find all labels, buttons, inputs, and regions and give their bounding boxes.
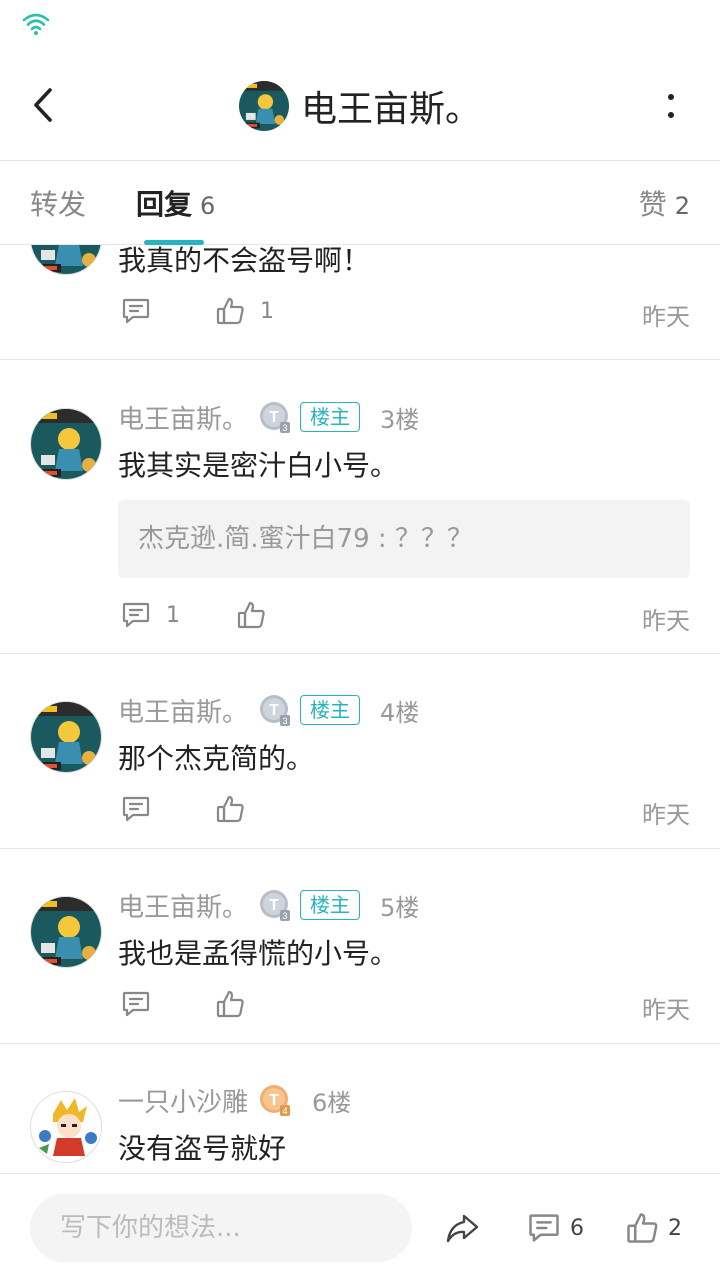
share-button[interactable] [444, 1210, 480, 1246]
bottom-bar: 写下你的想法... 6 2 [0, 1173, 720, 1280]
comment-icon [120, 988, 152, 1020]
more-vertical-icon [668, 94, 674, 118]
reply-content: 那个杰克简的。 [118, 742, 315, 775]
tab-label: 赞 [638, 188, 667, 221]
tab-label: 转发 [30, 188, 87, 221]
comment-icon [120, 295, 152, 327]
thumbs-up-icon [214, 988, 246, 1020]
reply-time: 昨天 [642, 996, 690, 1024]
wifi-icon [22, 13, 50, 35]
status-bar [0, 0, 720, 50]
active-tab-indicator [144, 240, 204, 245]
op-badge: 楼主 [300, 402, 361, 432]
username[interactable]: 一只小沙雕 [118, 1082, 248, 1119]
comment-icon [120, 599, 152, 631]
username[interactable]: 电王亩斯。 [118, 692, 248, 729]
floor-number: 3楼 [380, 405, 420, 434]
reply-time: 昨天 [642, 801, 690, 829]
reply-item: 一只小沙雕 6楼 没有盗号就好 [0, 1044, 720, 1173]
avatar[interactable] [30, 408, 102, 480]
thumbs-up-icon [624, 1210, 660, 1246]
reply-like-button[interactable] [214, 986, 260, 1022]
reply-time: 昨天 [642, 303, 690, 331]
page-title: 电王亩斯。 [300, 89, 481, 130]
reply-item: 电王亩斯。 楼主 4楼 那个杰克简的。 昨天 [0, 654, 720, 849]
gold-t-medal-icon [258, 1083, 292, 1117]
reply-content: 我也是孟得慌的小号。 [118, 937, 399, 970]
tab-repost[interactable]: 转发 [30, 183, 86, 223]
avatar[interactable] [30, 701, 102, 773]
avatar[interactable] [30, 245, 102, 275]
reply-like-button[interactable] [235, 597, 281, 633]
reply-item: 电王亩斯。 楼主 5楼 我也是孟得慌的小号。 昨天 [0, 849, 720, 1044]
reply-input[interactable]: 写下你的想法... [30, 1194, 412, 1262]
reply-content: 没有盗号就好 [118, 1132, 287, 1165]
comment-count: 6 [570, 1215, 584, 1241]
reply-meta: 电王亩斯。 楼主 5楼 [118, 887, 419, 923]
avatar-image [31, 1092, 102, 1163]
reply-meta: 一只小沙雕 6楼 [118, 1082, 351, 1118]
op-badge: 楼主 [300, 695, 361, 725]
thumbs-up-icon [214, 793, 246, 825]
op-badge: 楼主 [300, 890, 361, 920]
silver-t-medal-icon [258, 693, 292, 727]
title-group: 电王亩斯。 [0, 78, 720, 134]
reply-meta: 电王亩斯。 楼主 4楼 [118, 692, 419, 728]
tab-label: 回复 [136, 188, 193, 221]
username[interactable]: 电王亩斯。 [118, 399, 248, 436]
reply-like-button[interactable]: 1 [214, 293, 274, 329]
floor-number: 6楼 [312, 1088, 352, 1117]
reply-item: 我真的不会盗号啊！ 1 昨天 [0, 245, 720, 360]
quoted-reply[interactable]: 杰克逊.简.蜜汁白79 : ？？？ [118, 500, 690, 578]
tab-bar: 转发 回复 6 赞2 [0, 161, 720, 245]
comment-count: 1 [166, 602, 180, 628]
reply-comment-button[interactable]: 1 [120, 597, 180, 633]
share-icon [446, 1214, 479, 1243]
silver-t-medal-icon [258, 400, 292, 434]
title-avatar[interactable] [239, 81, 289, 131]
reply-list[interactable]: 我真的不会盗号啊！ 1 昨天 电王亩斯。 楼主 3楼 我其实是密汁白小号。 杰克… [0, 245, 720, 1173]
avatar-image [31, 897, 102, 968]
tab-replies[interactable]: 回复 6 [136, 183, 215, 223]
title-bar: 电王亩斯。 [0, 50, 720, 161]
tab-likes[interactable]: 赞2 [639, 183, 690, 223]
comment-icon [526, 1210, 562, 1246]
floor-number: 5楼 [380, 893, 420, 922]
reply-content: 我其实是密汁白小号。 [118, 449, 399, 482]
comment-icon [120, 793, 152, 825]
reply-time: 昨天 [642, 607, 690, 635]
reply-like-button[interactable] [214, 791, 260, 827]
avatar-image [239, 81, 289, 131]
avatar[interactable] [30, 896, 102, 968]
reply-content: 我真的不会盗号啊！ [118, 245, 371, 277]
silver-t-medal-icon [258, 888, 292, 922]
reply-comment-button[interactable] [120, 293, 166, 329]
reply-item: 电王亩斯。 楼主 3楼 我其实是密汁白小号。 杰克逊.简.蜜汁白79 : ？？？… [0, 360, 720, 654]
reply-comment-button[interactable] [120, 791, 166, 827]
reply-meta: 电王亩斯。 楼主 3楼 [118, 399, 419, 435]
username[interactable]: 电王亩斯。 [118, 887, 248, 924]
like-count: 2 [668, 1215, 682, 1241]
tab-count: 2 [674, 192, 690, 220]
avatar[interactable] [30, 1091, 102, 1163]
floor-number: 4楼 [380, 698, 420, 727]
thumbs-up-icon [214, 295, 246, 327]
like-count: 1 [260, 298, 274, 324]
avatar-image [31, 409, 102, 480]
tab-count: 6 [200, 192, 216, 220]
avatar-image [31, 245, 102, 275]
thumbs-up-icon [235, 599, 267, 631]
comment-button[interactable]: 6 [526, 1210, 584, 1246]
avatar-image [31, 702, 102, 773]
more-button[interactable] [658, 88, 684, 124]
reply-comment-button[interactable] [120, 986, 166, 1022]
like-button[interactable]: 2 [624, 1210, 682, 1246]
